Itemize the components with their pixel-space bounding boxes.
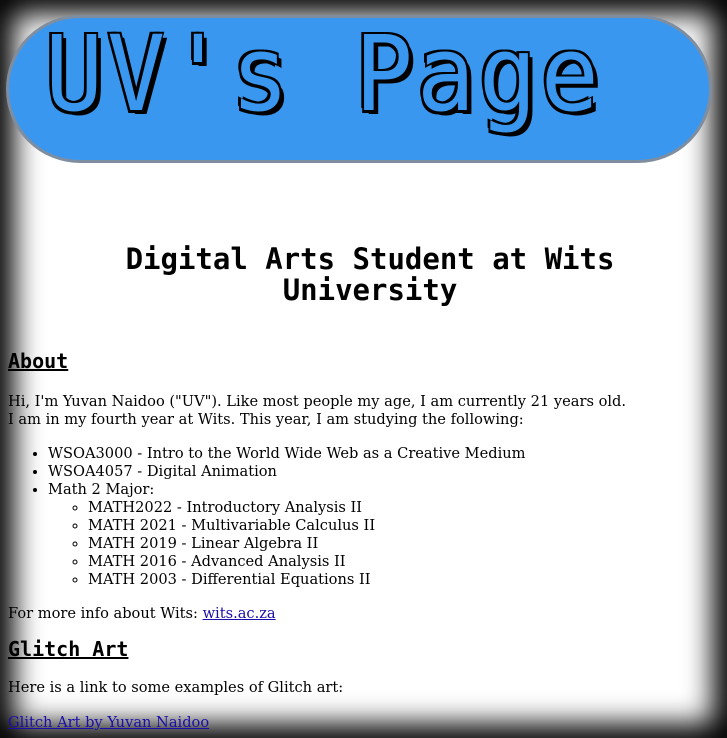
header-banner: UV's Page	[6, 15, 712, 163]
list-item: MATH 2016 - Advanced Analysis II	[88, 553, 708, 571]
wits-link[interactable]: wits.ac.za	[203, 605, 276, 622]
about-line-2: I am in my fourth year at Wits. This yea…	[8, 411, 524, 428]
math-course-list: MATH2022 - Introductory Analysis II MATH…	[48, 499, 708, 589]
glitch-link-paragraph: Glitch Art by Yuvan Naidoo	[8, 714, 708, 732]
list-item: MATH 2003 - Differential Equations II	[88, 571, 708, 589]
math-major-label: Math 2 Major:	[48, 481, 155, 498]
list-item: WSOA4057 - Digital Animation	[48, 463, 708, 481]
glitch-intro: Here is a link to some examples of Glitc…	[8, 679, 344, 696]
site-title: UV's Page	[45, 15, 603, 135]
list-item: WSOA3000 - Intro to the World Wide Web a…	[48, 445, 708, 463]
about-line-1: Hi, I'm Yuvan Naidoo ("UV"). Like most p…	[8, 393, 627, 410]
list-item: MATH 2021 - Multivariable Calculus II	[88, 517, 708, 535]
course-list: WSOA3000 - Intro to the World Wide Web a…	[8, 445, 708, 589]
list-item: MATH2022 - Introductory Analysis II	[88, 499, 708, 517]
page-frame: UV's Page Digital Arts Student at Wits U…	[0, 0, 727, 738]
list-item-math-major: Math 2 Major: MATH2022 - Introductory An…	[48, 481, 708, 589]
page-subtitle: Digital Arts Student at Wits University	[125, 242, 615, 307]
more-info-text: For more info about Wits:	[8, 605, 203, 622]
list-item: MATH 2019 - Linear Algebra II	[88, 535, 708, 553]
glitch-heading: Glitch Art	[8, 637, 129, 661]
glitch-art-link[interactable]: Glitch Art by Yuvan Naidoo	[8, 714, 209, 731]
about-heading: About	[8, 349, 69, 373]
more-info-paragraph: For more info about Wits: wits.ac.za	[8, 605, 708, 623]
main-content: About Hi, I'm Yuvan Naidoo ("UV"). Like …	[8, 348, 708, 732]
about-paragraph: Hi, I'm Yuvan Naidoo ("UV"). Like most p…	[8, 393, 708, 429]
